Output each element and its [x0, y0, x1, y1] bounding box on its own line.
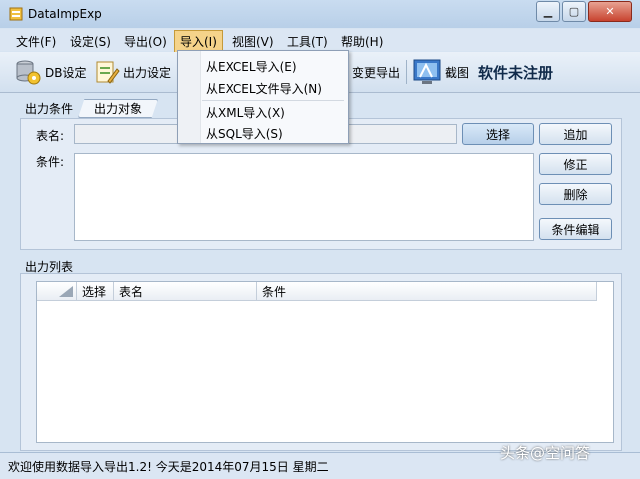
delete-button[interactable]: 删除 [539, 183, 612, 205]
app-icon [9, 7, 23, 21]
title-bar: DataImpExp ▁ ▢ ✕ [0, 0, 640, 28]
modify-button[interactable]: 修正 [539, 153, 612, 175]
screenshot-button[interactable]: 截图 [412, 58, 469, 86]
output-condition-label: 出力条件 [25, 102, 74, 116]
edit-condition-button[interactable]: 条件编辑 [539, 218, 612, 240]
tab-output-object-label: 出力对象 [93, 102, 142, 116]
menu-item-import-xml[interactable]: 从XML导入(X) [206, 104, 285, 121]
status-text: 欢迎使用数据导入导出1.2! 今天是2014年07月15日 星期二 [8, 460, 329, 474]
registration-status: 软件未注册 [478, 64, 554, 82]
menu-item-import-excel[interactable]: 从EXCEL导入(E) [206, 58, 297, 75]
menu-tools[interactable]: 工具(T) [283, 32, 332, 51]
window-title: DataImpExp [28, 7, 102, 21]
db-settings-label: DB设定 [45, 65, 87, 80]
edit-settings-icon [96, 61, 120, 84]
menu-help[interactable]: 帮助(H) [337, 32, 387, 51]
menu-gutter [178, 51, 201, 143]
change-export-button[interactable]: 变更导出 [352, 58, 400, 86]
minimize-button[interactable]: ▁ [536, 1, 560, 22]
condition-label: 条件: [36, 155, 65, 169]
import-dropdown-menu: 从EXCEL导入(E) 从EXCEL文件导入(N) 从XML导入(X) 从SQL… [177, 50, 349, 144]
menu-item-import-sql[interactable]: 从SQL导入(S) [206, 125, 283, 142]
watermark: 头条@空问答 [500, 444, 591, 462]
condition-textarea[interactable] [74, 153, 534, 241]
output-list-grid[interactable]: 选择 表名 条件 [36, 281, 614, 443]
tab-output-object[interactable]: 出力对象 [78, 99, 158, 118]
maximize-icon: ▢ [568, 5, 580, 18]
close-icon: ✕ [605, 5, 615, 18]
column-header-table-name[interactable]: 表名 [114, 282, 257, 301]
screenshot-label: 截图 [445, 65, 470, 80]
menu-item-import-excel-file[interactable]: 从EXCEL文件导入(N) [206, 80, 322, 97]
database-icon [16, 60, 41, 85]
grid-corner-header[interactable] [37, 282, 77, 301]
screenshot-icon [413, 59, 441, 84]
menu-bar: 文件(F) 设定(S) 导出(O) 导入(I) 视图(V) 工具(T) 帮助(H… [0, 29, 640, 53]
menu-view[interactable]: 视图(V) [228, 32, 278, 51]
menu-settings[interactable]: 设定(S) [66, 32, 115, 51]
menu-separator [202, 100, 344, 101]
output-settings-label: 出力设定 [123, 65, 172, 80]
select-button[interactable]: 选择 [462, 123, 534, 145]
maximize-button[interactable]: ▢ [562, 1, 586, 22]
add-button[interactable]: 追加 [539, 123, 612, 145]
output-settings-button[interactable]: 出力设定 [94, 58, 171, 86]
close-button[interactable]: ✕ [588, 1, 632, 22]
change-export-label: 变更导出 [352, 65, 401, 80]
column-header-select[interactable]: 选择 [77, 282, 114, 301]
table-name-label: 表名: [36, 129, 65, 143]
column-header-condition[interactable]: 条件 [257, 282, 597, 301]
db-settings-button[interactable]: DB设定 [14, 58, 86, 86]
toolbar-separator [406, 60, 407, 84]
select-all-triangle-icon [59, 285, 73, 297]
minimize-icon: ▁ [543, 5, 553, 18]
menu-export[interactable]: 导出(O) [120, 32, 171, 51]
menu-file[interactable]: 文件(F) [12, 32, 60, 51]
